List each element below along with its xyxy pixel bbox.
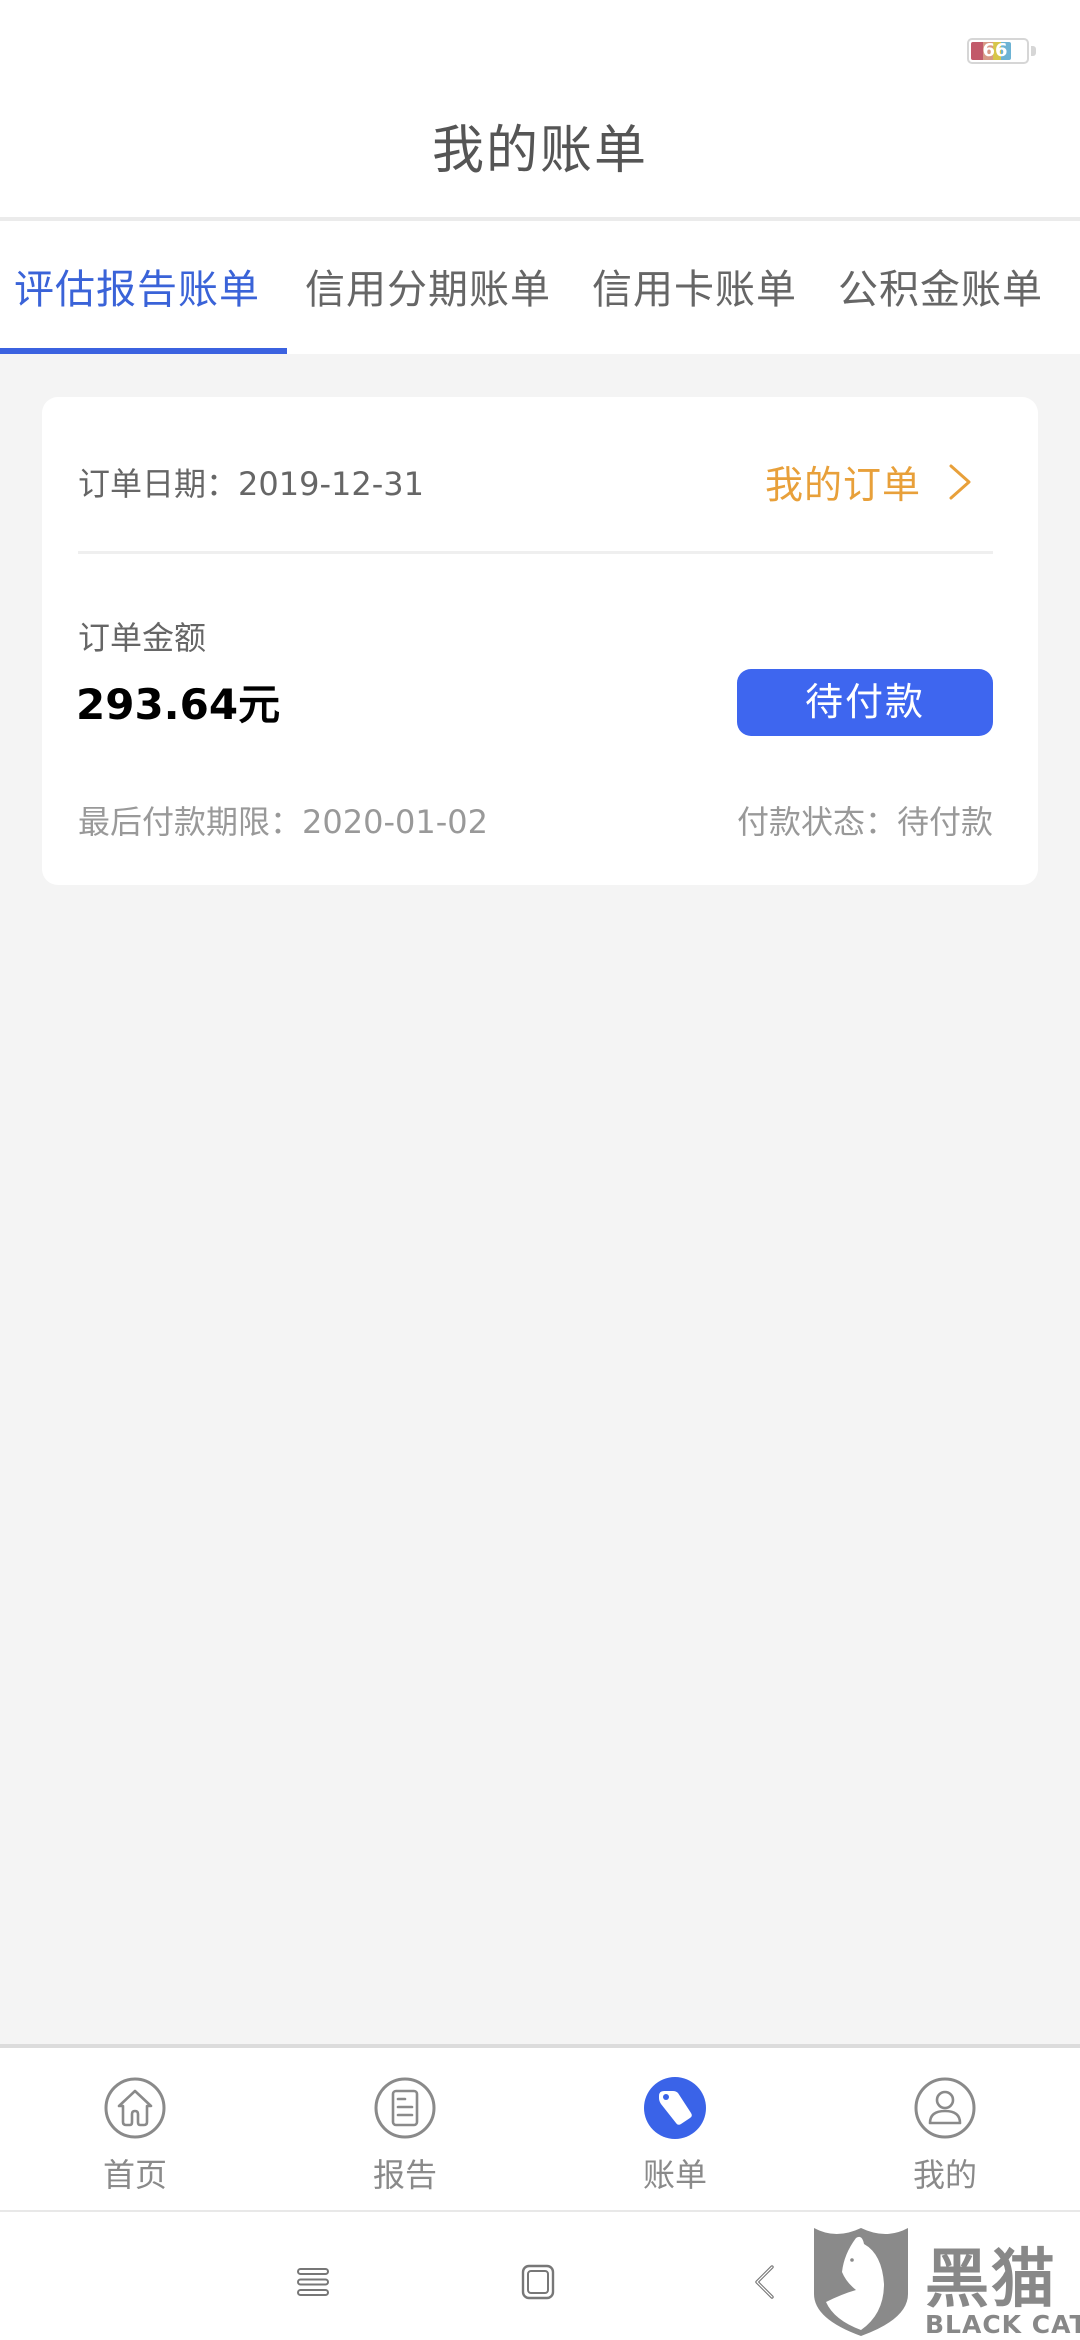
report-icon — [374, 2077, 436, 2139]
bottom-tab-bills-label: 账单 — [642, 2156, 707, 2194]
bottom-tab-report[interactable]: 报告 — [270, 2048, 540, 2210]
home-button-icon[interactable] — [521, 2264, 555, 2300]
order-amount-value: 293.64元 — [76, 680, 281, 729]
battery-icon: 66 — [967, 38, 1029, 64]
tab-assessment-report-bill[interactable]: 评估报告账单 — [14, 257, 260, 315]
bill-card: 订单日期：2019-12-31 我的订单 订单金额 293.64元 待付款 最后… — [42, 397, 1038, 885]
bill-type-tabs: 评估报告账单 信用分期账单 信用卡账单 公积金账单 — [0, 221, 1080, 354]
bottom-tab-mine[interactable]: 我的 — [810, 2048, 1080, 2210]
pay-now-button[interactable]: 待付款 — [737, 669, 993, 736]
payment-deadline: 最后付款期限：2020-01-02 — [78, 803, 488, 841]
page-title: 我的账单 — [431, 121, 648, 181]
black-cat-watermark: 黑猫 BLACK CAT — [810, 2222, 1080, 2340]
my-orders-label: 我的订单 — [765, 463, 922, 507]
page-header: 我的账单 — [0, 90, 1080, 217]
watermark-cn: 黑猫 — [925, 2243, 1057, 2317]
back-icon[interactable] — [752, 2264, 778, 2300]
bottom-tab-home[interactable]: 首页 — [0, 2048, 270, 2210]
tag-icon — [644, 2077, 706, 2139]
order-date: 订单日期：2019-12-31 — [78, 465, 424, 503]
bottom-tab-bar: 首页 报告 账单 我的 — [0, 2048, 1080, 2210]
bottom-tab-mine-label: 我的 — [912, 2156, 977, 2194]
tab-housing-fund-bill[interactable]: 公积金账单 — [838, 257, 1043, 315]
my-orders-link[interactable]: 我的订单 — [765, 454, 975, 509]
bottom-tab-report-label: 报告 — [372, 2156, 437, 2194]
chevron-right-icon — [949, 464, 971, 499]
black-cat-shield-icon — [814, 2228, 908, 2336]
recent-apps-icon[interactable] — [296, 2266, 330, 2298]
battery-level: 66 — [982, 40, 1008, 61]
tab-credit-card-bill[interactable]: 信用卡账单 — [592, 257, 797, 315]
battery-tip — [1031, 46, 1036, 56]
order-amount-label: 订单金额 — [78, 619, 207, 657]
user-icon — [914, 2077, 976, 2139]
tab-credit-installment-bill[interactable]: 信用分期账单 — [305, 257, 551, 315]
active-tab-indicator — [0, 348, 287, 354]
bottom-tab-bills[interactable]: 账单 — [540, 2048, 810, 2210]
watermark-en: BLACK CAT — [925, 2310, 1080, 2339]
bottom-tab-home-label: 首页 — [102, 2156, 167, 2194]
home-icon — [104, 2077, 166, 2139]
status-bar: 66 — [0, 0, 1080, 90]
card-divider — [78, 551, 993, 554]
payment-status: 付款状态：待付款 — [736, 803, 993, 841]
